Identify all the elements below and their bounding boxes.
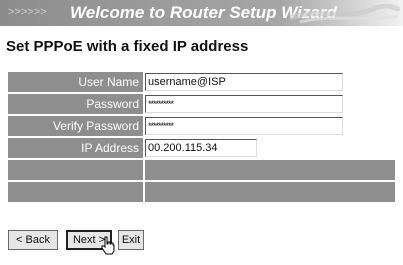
password-label: Password bbox=[8, 94, 143, 114]
verify-password-cell: ********** bbox=[145, 116, 395, 136]
verify-password-label: Verify Password bbox=[8, 116, 143, 136]
form-row-verify-password: Verify Password ********** bbox=[8, 116, 395, 136]
back-button[interactable]: < Back bbox=[8, 230, 58, 250]
password-input[interactable]: ********** bbox=[145, 95, 343, 113]
form-row-ip-address: IP Address 00.200.115.34 bbox=[8, 138, 395, 158]
form-row-empty-2 bbox=[8, 182, 395, 202]
form-row-user-name: User Name username@ISP bbox=[8, 72, 395, 92]
verify-password-input[interactable]: ********** bbox=[145, 117, 343, 135]
form-row-empty-1 bbox=[8, 160, 395, 180]
ip-address-input[interactable]: 00.200.115.34 bbox=[145, 139, 257, 157]
pppoe-form: User Name username@ISP Password ********… bbox=[8, 72, 395, 204]
page-subtitle: Set PPPoE with a fixed IP address bbox=[6, 38, 249, 55]
user-name-input[interactable]: username@ISP bbox=[145, 73, 343, 91]
empty-cell-1 bbox=[145, 160, 395, 180]
empty-label-1 bbox=[8, 160, 143, 180]
banner-arrows: >>>>>> bbox=[8, 6, 47, 18]
exit-button[interactable]: Exit bbox=[118, 230, 144, 250]
ip-address-label: IP Address bbox=[8, 138, 143, 158]
ip-address-cell: 00.200.115.34 bbox=[145, 138, 395, 158]
user-name-label: User Name bbox=[8, 72, 143, 92]
empty-label-2 bbox=[8, 182, 143, 202]
hand-pointer-icon bbox=[101, 236, 115, 255]
form-row-password: Password ********** bbox=[8, 94, 395, 114]
user-name-cell: username@ISP bbox=[145, 72, 395, 92]
banner-brush-stroke bbox=[290, 4, 400, 24]
empty-cell-2 bbox=[145, 182, 395, 202]
password-cell: ********** bbox=[145, 94, 395, 114]
wizard-banner: >>>>>> Welcome to Router Setup Wizard bbox=[0, 0, 403, 26]
